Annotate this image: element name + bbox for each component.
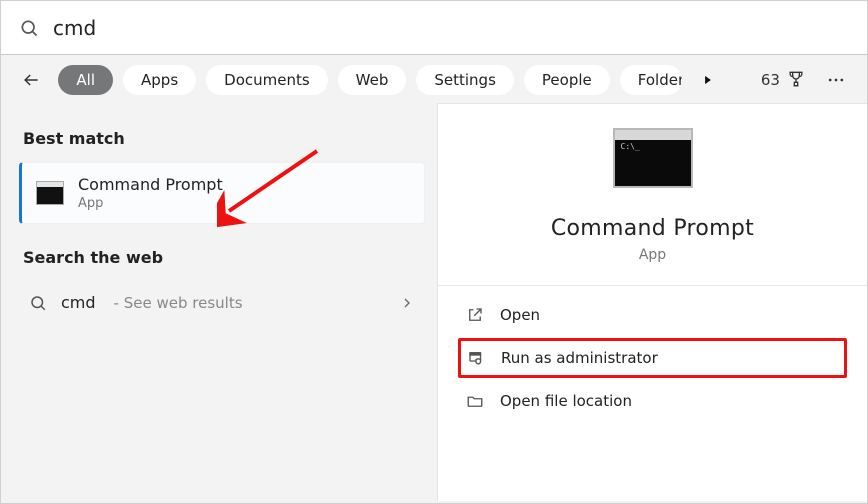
filter-row: All Apps Documents Web Settings People F… (1, 55, 867, 103)
filter-web[interactable]: Web (338, 65, 407, 95)
folder-icon (466, 392, 484, 410)
action-label: Open (500, 306, 540, 324)
action-label: Run as administrator (501, 349, 658, 367)
more-button[interactable] (824, 65, 849, 95)
web-query: cmd (61, 293, 96, 312)
filter-documents[interactable]: Documents (206, 65, 328, 95)
preview-subtitle: App (639, 247, 666, 263)
action-run-as-admin[interactable]: Run as administrator (458, 338, 847, 378)
filter-people[interactable]: People (524, 65, 610, 95)
search-icon (29, 294, 47, 312)
main-content: Best match Command Prompt App Search the… (1, 103, 867, 501)
trophy-icon (786, 69, 808, 91)
best-match-result[interactable]: Command Prompt App (19, 162, 425, 224)
chevron-right-icon (399, 295, 415, 311)
preview-panel: Command Prompt App Open Run as administr… (437, 103, 867, 501)
preview-title: Command Prompt (551, 216, 754, 241)
command-prompt-icon (36, 181, 64, 205)
filter-scroll-right[interactable] (696, 65, 721, 95)
admin-shield-icon (467, 349, 485, 367)
best-match-heading: Best match (23, 129, 425, 148)
web-hint: - See web results (114, 294, 243, 312)
action-open[interactable]: Open (458, 296, 847, 334)
results-column: Best match Command Prompt App Search the… (1, 103, 437, 501)
rewards-count: 63 (761, 71, 780, 89)
filter-apps[interactable]: Apps (123, 65, 196, 95)
web-search-row[interactable]: cmd - See web results (19, 281, 425, 324)
back-button[interactable] (19, 66, 42, 94)
command-prompt-icon-large (613, 128, 693, 188)
filter-settings[interactable]: Settings (416, 65, 514, 95)
filter-all[interactable]: All (58, 65, 113, 95)
action-label: Open file location (500, 392, 632, 410)
search-input[interactable] (53, 16, 849, 40)
result-title: Command Prompt (78, 175, 223, 194)
result-subtitle: App (78, 196, 223, 211)
divider (438, 285, 867, 286)
search-bar (1, 1, 867, 55)
action-open-location[interactable]: Open file location (458, 382, 847, 420)
rewards-counter[interactable]: 63 (761, 69, 808, 91)
open-icon (466, 306, 484, 324)
filter-folders[interactable]: Folders (620, 65, 682, 95)
search-icon (19, 18, 39, 38)
search-web-heading: Search the web (23, 248, 425, 267)
